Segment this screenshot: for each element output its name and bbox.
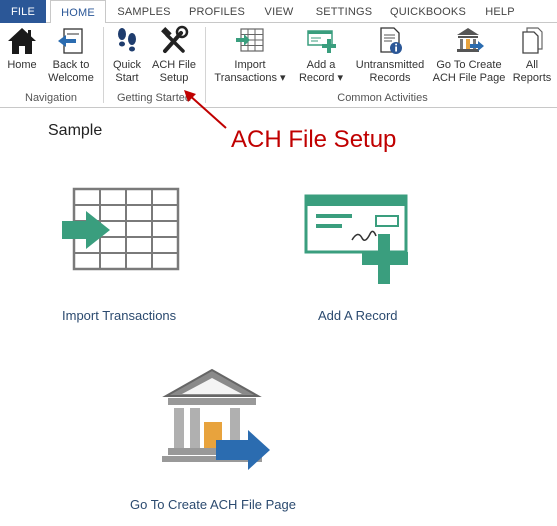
go-to-create-ach-file-page-tile[interactable] (158, 368, 274, 478)
add-a-record-tile-label[interactable]: Add A Record (318, 308, 398, 323)
tab-quickbooks[interactable]: QUICKBOOKS (388, 0, 468, 23)
import-transactions-tile-label[interactable]: Import Transactions (62, 308, 176, 323)
add-a-record-button[interactable]: Add a Record ▾ (296, 25, 346, 85)
bank-arrow-icon (457, 28, 484, 52)
go-to-create-label-1: Go To Create (436, 59, 502, 71)
import-grid-icon (62, 187, 180, 271)
go-to-create-ach-file-page-button[interactable]: Go To Create ACH File Page (432, 25, 506, 85)
tab-view[interactable]: VIEW (259, 0, 299, 23)
ach-file-setup-label-2: Setup (159, 72, 189, 84)
untransmitted-records-label-2: Records (369, 72, 411, 84)
tab-home[interactable]: HOME (50, 0, 106, 24)
import-grid-icon (236, 28, 264, 52)
all-reports-label-2: Reports (512, 72, 552, 84)
back-to-welcome-label-1: Back to (52, 59, 90, 71)
ribbon-separator (103, 27, 104, 103)
go-to-create-ach-file-page-tile-label[interactable]: Go To Create ACH File Page (130, 497, 296, 512)
back-to-welcome-button[interactable]: Back to Welcome (44, 25, 98, 85)
untransmitted-records-label-1: Untransmitted (355, 59, 425, 71)
quick-start-label-2: Start (115, 72, 139, 84)
house-icon (8, 28, 36, 54)
add-a-record-label-2: Record ▾ (298, 72, 344, 84)
add-a-record-tile[interactable] (300, 190, 420, 290)
annotation-arrow (184, 90, 227, 129)
document-info-icon (380, 27, 402, 54)
add-a-record-label-1: Add a (306, 59, 336, 71)
annotation-text: ACH File Setup (231, 126, 397, 153)
home-button[interactable]: Home (4, 25, 40, 72)
import-transactions-button[interactable]: Import Transactions ▾ (212, 25, 288, 85)
ach-file-setup-button[interactable]: ACH File Setup (150, 25, 198, 85)
ribbon: Home Back to Welcome Navigation Quick St… (0, 23, 557, 108)
ach-file-setup-label-1: ACH File (151, 59, 196, 71)
page-title: Sample (48, 122, 103, 139)
go-to-create-label-2: ACH File Page (432, 72, 506, 84)
quick-start-label-1: Quick (112, 59, 142, 71)
footprints-icon (118, 28, 136, 52)
group-label-common-activities: Common Activities (337, 92, 428, 104)
untransmitted-records-button[interactable]: Untransmitted Records (352, 25, 428, 85)
tab-file[interactable]: FILE (0, 0, 46, 23)
tab-samples[interactable]: SAMPLES (112, 0, 176, 23)
tab-profiles[interactable]: PROFILES (186, 0, 248, 23)
group-label-navigation: Navigation (25, 92, 77, 104)
ribbon-tab-bar: FILE HOME SAMPLES PROFILES VIEW SETTINGS… (0, 0, 557, 24)
reports-icon (522, 27, 543, 54)
tools-icon (161, 25, 189, 53)
import-transactions-tile[interactable] (60, 185, 186, 275)
tab-settings[interactable]: SETTINGS (312, 0, 376, 23)
home-label: Home (7, 59, 37, 71)
back-to-welcome-label-2: Welcome (48, 72, 94, 84)
add-check-icon (304, 194, 408, 284)
import-transactions-label-1: Import (234, 59, 266, 71)
quick-start-button[interactable]: Quick Start (108, 25, 146, 85)
bank-arrow-icon (162, 368, 270, 470)
import-transactions-label-2: Transactions ▾ (214, 72, 286, 84)
all-reports-label-1: All (525, 59, 539, 71)
back-arrow-icon (58, 28, 83, 54)
add-check-icon (307, 30, 336, 53)
tab-help[interactable]: HELP (480, 0, 520, 23)
all-reports-button[interactable]: All Reports (510, 25, 554, 85)
